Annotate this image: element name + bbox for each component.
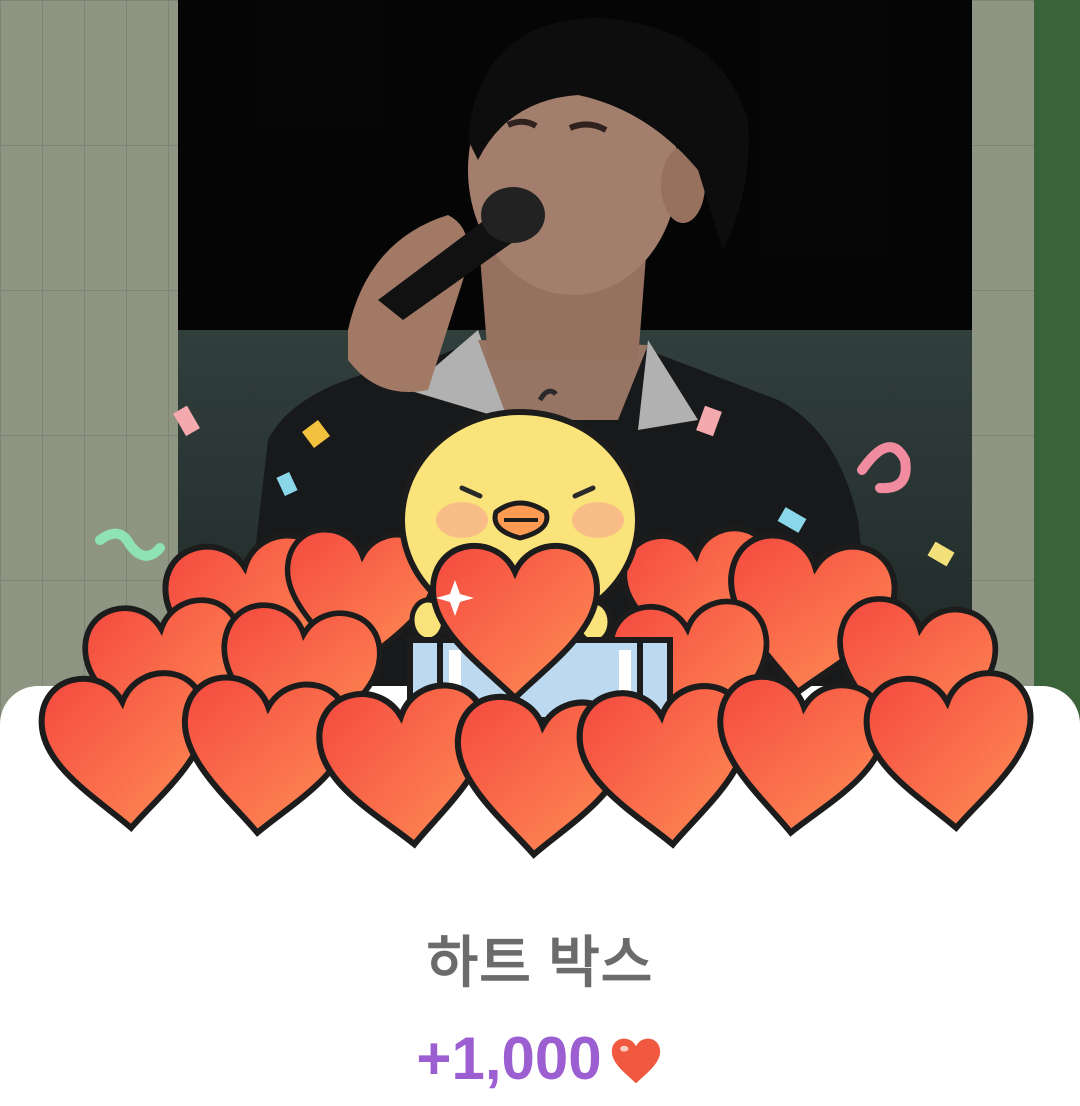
reward-amount-row: +1,000 (0, 1024, 1080, 1098)
heart-icon (608, 1029, 664, 1098)
reward-amount: +1,000 (416, 1025, 602, 1092)
heart-box-illustration (0, 388, 1080, 880)
dialog-title: 하트 박스 (426, 931, 654, 994)
